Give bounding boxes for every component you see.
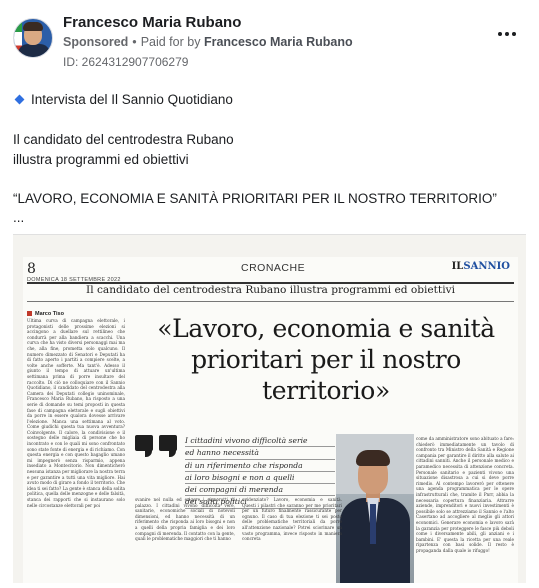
newspaper-clipping-image[interactable]: 8 DOMENICA 18 SETTEMBRE 2022 CRONACHE IL… (13, 234, 526, 583)
post-text-line: Intervista del Il Sannio Quotidiano (13, 92, 233, 107)
section-title: CRONACHE (241, 262, 306, 274)
article-column: evidenziato? Lavoro, economia e sanità. … (242, 497, 342, 542)
paid-for-by-name[interactable]: Francesco Maria Rubano (204, 35, 353, 49)
newspaper-page: 8 DOMENICA 18 SETTEMBRE 2022 CRONACHE IL… (23, 257, 518, 583)
article-column: Ultima curva di campagna elettorale, i p… (27, 318, 125, 508)
paid-for-by-label: Paid for by (140, 35, 201, 49)
post-text-line: ... (13, 210, 25, 225)
article-headline: «Lavoro, economia e sanità prioritari pe… (157, 314, 495, 405)
newspaper-masthead: ILSANNIO (451, 261, 510, 272)
post-text-line: Il candidato del centrodestra Rubano (13, 132, 234, 147)
more-options-icon[interactable] (498, 30, 516, 38)
article-column: come da amministratore sono abituato a f… (416, 436, 514, 553)
ad-id: ID: 2624312907706279 (63, 55, 189, 69)
article-kicker: Il candidato del centrodestra Rubano ill… (86, 284, 455, 296)
sponsored-meta: Sponsored • Paid for by Francesco Maria Ru… (63, 35, 353, 49)
article-byline: Marco Tiso (27, 311, 64, 317)
sponsored-label: Sponsored (63, 35, 129, 49)
quote-mark-icon (135, 435, 181, 485)
blue-diamond-icon (14, 94, 25, 105)
page-number: 8 (27, 261, 36, 277)
post-text-line: “LAVORO, ECONOMIA E SANITÀ PRIORITARI PE… (13, 191, 497, 206)
post-text-line: illustra programmi ed obiettivi (13, 152, 189, 167)
sponsored-post-card: Francesco Maria Rubano Sponsored • Paid fo… (0, 0, 539, 588)
meta-separator: • (132, 35, 137, 49)
candidate-photo (336, 434, 414, 583)
divider (27, 301, 514, 302)
author-name[interactable]: Francesco Maria Rubano (63, 14, 241, 31)
author-avatar[interactable] (13, 18, 53, 58)
article-column: svanire nel nulla ed erigere i signorott… (135, 497, 235, 542)
